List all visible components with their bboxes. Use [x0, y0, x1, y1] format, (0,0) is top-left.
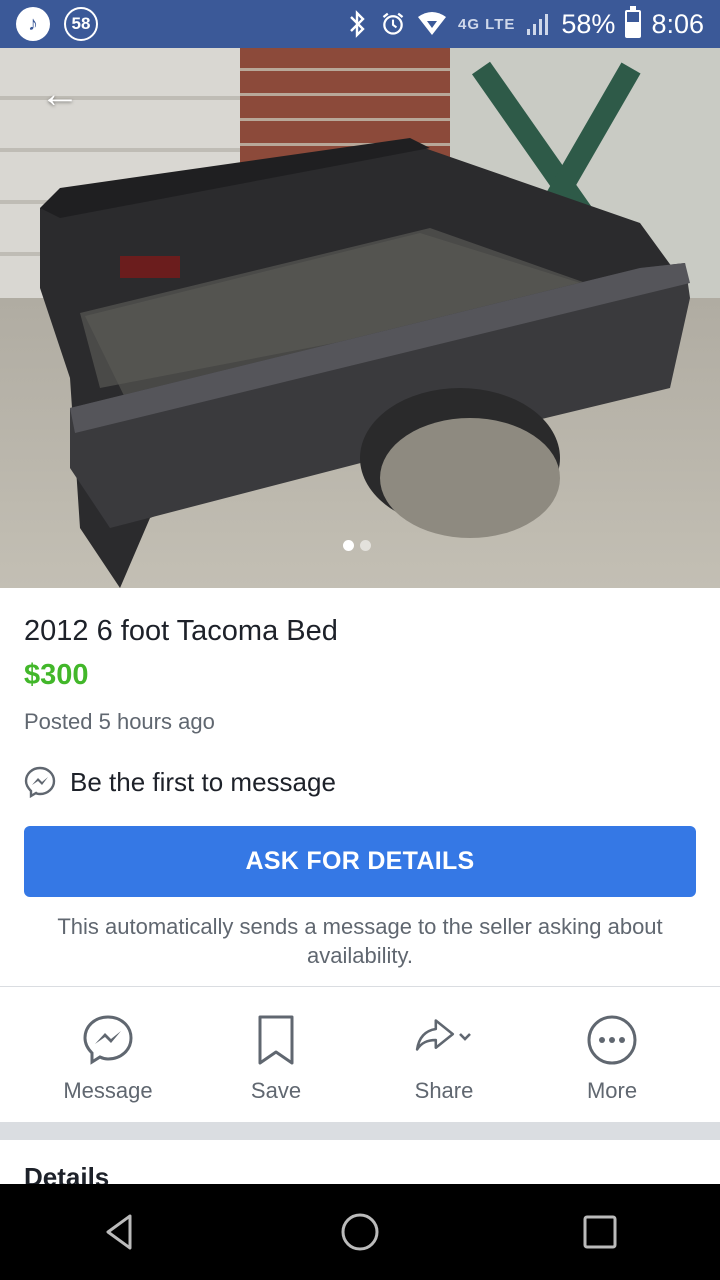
signal-icon: [527, 14, 549, 35]
first-message-row: Be the first to message: [24, 766, 696, 798]
first-message-text: Be the first to message: [70, 766, 336, 797]
more-label: More: [586, 1078, 638, 1103]
bluetooth-icon: [350, 10, 365, 38]
status-bar: ♪ 58 4G LTE 58% 8:06: [0, 0, 720, 48]
message-action-button[interactable]: Message: [24, 1000, 192, 1122]
action-bar: Message Save Share More: [0, 1000, 720, 1122]
listing-title: 2012 6 foot Tacoma Bed: [24, 615, 338, 647]
share-action-button[interactable]: Share: [360, 1000, 528, 1122]
bookmark-icon: [258, 1015, 294, 1065]
system-nav-bar: [0, 1184, 720, 1280]
section-separator: [0, 1122, 720, 1140]
nav-back-icon[interactable]: [90, 1202, 150, 1262]
listing-price: $300: [24, 659, 89, 691]
pager-dot-1: [343, 540, 354, 551]
pager-dot-2: [360, 540, 371, 551]
network-type: 4G LTE: [457, 15, 516, 33]
battery-icon: [625, 6, 642, 38]
nav-recents-icon[interactable]: [570, 1202, 630, 1262]
wifi-icon: [417, 12, 446, 35]
messenger-icon: [83, 1015, 133, 1065]
share-icon: [415, 1019, 471, 1051]
share-label: Share: [414, 1078, 474, 1103]
music-notification-icon: ♪: [16, 7, 50, 41]
ask-for-details-button[interactable]: ASK FOR DETAILS: [24, 826, 696, 897]
posted-time: Posted 5 hours ago: [24, 709, 215, 734]
save-label: Save: [250, 1078, 302, 1103]
save-action-button[interactable]: Save: [192, 1000, 360, 1122]
ask-for-details-note: This automatically sends a message to th…: [57, 914, 663, 968]
clock: 8:06: [651, 8, 704, 39]
alarm-icon: [382, 12, 404, 35]
photo-pager: [343, 540, 371, 551]
listing-photo[interactable]: ←: [0, 48, 720, 588]
messenger-icon: [24, 766, 56, 798]
truck-bed-image: [40, 138, 690, 588]
battery-percent: 58%: [561, 8, 616, 39]
notification-count-badge: 58: [64, 7, 98, 41]
details-section: Details: [0, 1140, 720, 1184]
listing-info: 2012 6 foot Tacoma Bed $300 Posted 5 hou…: [0, 588, 720, 798]
nav-home-icon[interactable]: [330, 1202, 390, 1262]
divider: [0, 986, 720, 987]
details-heading: Details: [24, 1162, 110, 1184]
back-arrow-icon[interactable]: ←: [40, 74, 88, 114]
more-icon: [587, 1015, 637, 1065]
message-label: Message: [63, 1078, 153, 1103]
more-action-button[interactable]: More: [528, 1000, 696, 1122]
